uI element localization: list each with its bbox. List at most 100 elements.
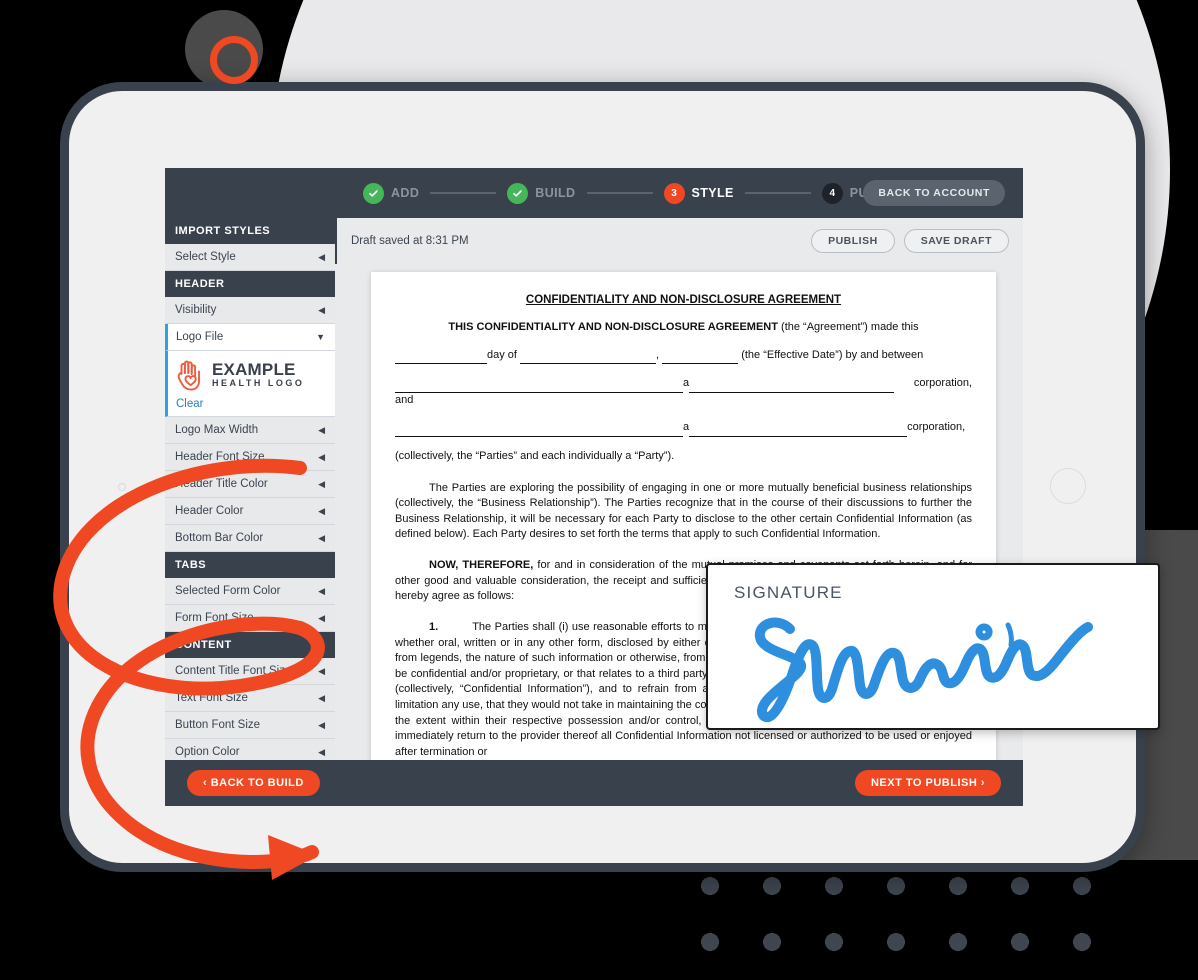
step-label-style: STYLE <box>691 186 734 200</box>
logo-line-1: EXAMPLE <box>212 360 296 380</box>
chevron-left-icon[interactable]: ◀ <box>318 613 325 624</box>
chevron-left-icon[interactable]: ◀ <box>318 720 325 731</box>
document-blank-line-2: a corporation, and <box>395 376 972 408</box>
orange-ring-annotation <box>210 36 258 84</box>
blank-line <box>395 420 683 438</box>
sidebar-item-label: Button Font Size <box>175 719 261 731</box>
back-to-build-button[interactable]: ‹ BACK TO BUILD <box>187 770 320 796</box>
step-label-add: ADD <box>391 186 420 200</box>
document-intro-rest: (the “Agreement”) made this <box>777 321 919 333</box>
logo-line-2: HEALTH LOGO <box>212 378 305 389</box>
blank-line <box>520 348 657 365</box>
sidebar-item-header-title-color[interactable]: Header Title Color ◀ <box>165 471 335 498</box>
back-to-account-button[interactable]: BACK TO ACCOUNT <box>863 180 1005 206</box>
sidebar-section-header: HEADER <box>165 271 335 297</box>
sidebar-section-tabs: TABS <box>165 552 335 578</box>
chevron-left-icon[interactable]: ◀ <box>318 479 325 490</box>
sidebar-item-button-font-size[interactable]: Button Font Size ◀ <box>165 712 335 739</box>
sidebar-item-logo-max-width[interactable]: Logo Max Width ◀ <box>165 417 335 444</box>
sidebar-item-visibility[interactable]: Visibility ◀ <box>165 297 335 324</box>
next-to-publish-button[interactable]: NEXT TO PUBLISH › <box>854 770 1001 796</box>
chevron-left-icon[interactable]: ◀ <box>318 305 325 316</box>
sidebar-item-logo-file[interactable]: Logo File ▼ <box>165 324 335 351</box>
sidebar-item-label: Logo File <box>176 331 224 343</box>
chevron-left-icon[interactable]: ◀ <box>318 666 325 677</box>
check-icon <box>507 182 529 204</box>
sidebar-item-label: Header Title Color <box>175 478 268 490</box>
document-parties-line: (collectively, the “Parties” and each in… <box>395 450 675 463</box>
tablet-camera-icon <box>118 483 126 491</box>
sidebar-item-label: Form Font Size <box>175 612 254 624</box>
hand-heart-icon <box>177 360 200 391</box>
signature-card[interactable]: SIGNATURE <box>706 563 1160 730</box>
sidebar-item-form-font-size[interactable]: Form Font Size ◀ <box>165 605 335 632</box>
chevron-left-icon[interactable]: ◀ <box>318 506 325 517</box>
document-paragraph-1: The Parties are exploring the possibilit… <box>395 481 972 541</box>
blank-line <box>395 376 683 393</box>
chevron-left-icon[interactable]: ◀ <box>318 425 325 436</box>
sidebar-item-label: Header Color <box>175 505 244 517</box>
chevron-left-icon[interactable]: ◀ <box>318 747 325 758</box>
step-style[interactable]: 3 STYLE <box>663 182 734 204</box>
tablet-home-button[interactable] <box>1050 468 1086 504</box>
step-number-badge: 4 <box>821 182 843 204</box>
logo-preview: EXAMPLE HEALTH LOGO <box>165 351 335 396</box>
blank-line <box>689 420 908 438</box>
save-draft-button[interactable]: SAVE DRAFT <box>903 229 1009 253</box>
chevron-down-icon[interactable]: ▼ <box>316 332 325 342</box>
sidebar-item-bottom-bar-color[interactable]: Bottom Bar Color ◀ <box>165 525 335 552</box>
document-title: CONFIDENTIALITY AND NON-DISCLOSURE AGREE… <box>525 294 842 306</box>
publish-button[interactable]: PUBLISH <box>811 229 895 253</box>
blank-line <box>662 348 739 365</box>
styles-sidebar[interactable]: IMPORT STYLES Select Style ◀ HEADER Visi… <box>165 218 335 806</box>
wizard-bottom-nav: ‹ BACK TO BUILD NEXT TO PUBLISH › <box>165 760 1023 806</box>
logo-wordmark: EXAMPLE HEALTH LOGO <box>212 361 304 388</box>
effective-date-label: (the “Effective Date”) by and between <box>738 348 924 361</box>
sidebar-item-label: Option Color <box>175 746 240 758</box>
step-number-badge: 3 <box>663 182 685 204</box>
sidebar-item-label: Logo Max Width <box>175 424 259 436</box>
day-of-label: day of <box>487 348 521 361</box>
blank-line <box>395 348 487 365</box>
signature-ink <box>754 617 1093 722</box>
step-connector <box>744 192 811 194</box>
sidebar-item-content-title-font-size[interactable]: Content Title Font Size ◀ <box>165 658 335 685</box>
sidebar-item-label: Bottom Bar Color <box>175 532 264 544</box>
sidebar-item-header-color[interactable]: Header Color ◀ <box>165 498 335 525</box>
sidebar-item-label: Header Font Size <box>175 451 265 463</box>
toolbar-actions: PUBLISH SAVE DRAFT <box>811 229 1009 253</box>
chevron-left-icon[interactable]: ◀ <box>318 252 325 263</box>
step-build[interactable]: BUILD <box>507 182 576 204</box>
step-label-build: BUILD <box>535 186 576 200</box>
sidebar-item-label: Content Title Font Size <box>175 665 292 677</box>
sidebar-item-label: Text Font Size <box>175 692 248 704</box>
document-intro-bold: THIS CONFIDENTIALITY AND NON-DISCLOSURE … <box>448 321 778 333</box>
chevron-left-icon[interactable]: ◀ <box>318 452 325 463</box>
sidebar-item-selected-form-color[interactable]: Selected Form Color ◀ <box>165 578 335 605</box>
chevron-left-icon[interactable]: ◀ <box>318 693 325 704</box>
wizard-steps: ADD BUILD 3 STYLE 4 PUBLISH <box>363 182 907 204</box>
clear-logo-link[interactable]: Clear <box>165 396 335 417</box>
wizard-step-bar: ADD BUILD 3 STYLE 4 PUBLISH <box>165 168 1023 218</box>
sidebar-item-text-font-size[interactable]: Text Font Size ◀ <box>165 685 335 712</box>
sidebar-item-select-style[interactable]: Select Style ◀ <box>165 244 335 271</box>
document-intro: THIS CONFIDENTIALITY AND NON-DISCLOSURE … <box>395 320 972 336</box>
chevron-left-icon[interactable]: ◀ <box>318 533 325 544</box>
sidebar-section-import-styles: IMPORT STYLES <box>165 218 335 244</box>
clause-number: 1. <box>429 620 439 633</box>
now-therefore-bold: NOW, THEREFORE, <box>429 559 534 572</box>
chevron-left-icon[interactable]: ◀ <box>318 586 325 597</box>
document-blank-line-1: day of , (the “Effective Date”) by and b… <box>395 348 972 365</box>
step-connector <box>430 192 497 194</box>
check-icon <box>363 182 384 204</box>
draft-status-text: Draft saved at 8:31 PM <box>351 235 469 247</box>
document-blank-line-3: a corporation, <box>395 420 972 438</box>
document-toolbar: Draft saved at 8:31 PM PUBLISH SAVE DRAF… <box>335 218 1023 264</box>
sidebar-item-label: Select Style <box>175 251 236 263</box>
sidebar-item-label: Selected Form Color <box>175 585 281 597</box>
blank-line <box>689 376 895 393</box>
sidebar-item-header-font-size[interactable]: Header Font Size ◀ <box>165 444 335 471</box>
logo-preview-row: EXAMPLE HEALTH LOGO <box>176 358 326 392</box>
corp-label: corporation, <box>907 421 966 434</box>
step-add[interactable]: ADD <box>363 182 420 204</box>
